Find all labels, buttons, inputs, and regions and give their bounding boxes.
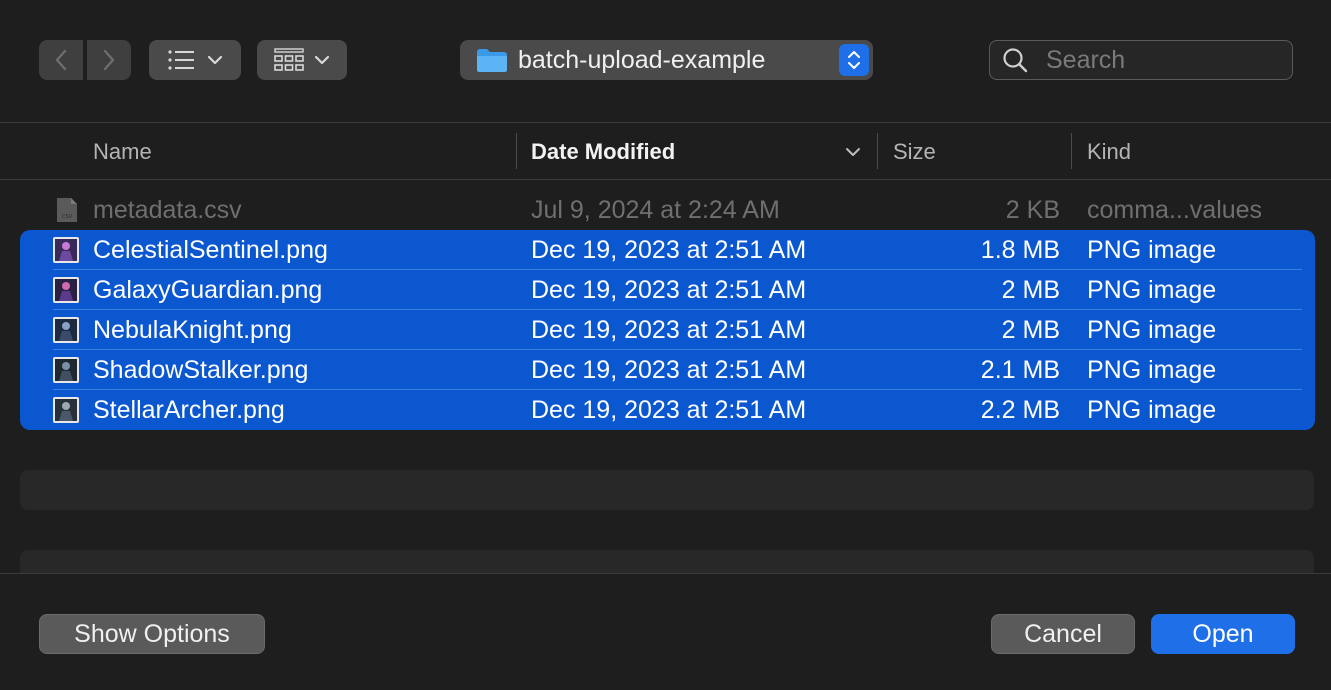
image-thumbnail-icon <box>53 357 79 383</box>
svg-text:CSV: CSV <box>62 214 73 220</box>
file-kind: comma...values <box>1087 196 1263 224</box>
column-size[interactable]: Size <box>893 124 936 179</box>
sort-chevron-icon <box>846 148 860 156</box>
file-kind: PNG image <box>1087 396 1217 424</box>
file-row[interactable]: StellarArcher.png Dec 19, 2023 at 2:51 A… <box>20 390 1314 430</box>
file-name: ShadowStalker.png <box>93 356 309 384</box>
file-size: 1.8 MB <box>980 236 1060 264</box>
folder-icon <box>477 49 507 72</box>
column-name[interactable]: Name <box>93 124 152 179</box>
file-kind: PNG image <box>1087 276 1217 304</box>
file-kind: PNG image <box>1087 356 1217 384</box>
show-options-button[interactable]: Show Options <box>39 614 265 654</box>
column-separator <box>1071 133 1072 169</box>
toolbar-divider <box>0 122 1331 123</box>
file-row[interactable]: GalaxyGuardian.png Dec 19, 2023 at 2:51 … <box>20 270 1314 310</box>
grid-view-icon <box>274 48 304 71</box>
column-separator <box>516 133 517 169</box>
header-divider <box>0 179 1331 180</box>
image-thumbnail-icon <box>53 397 79 423</box>
file-date: Dec 19, 2023 at 2:51 AM <box>531 316 807 344</box>
empty-row <box>20 550 1314 573</box>
file-row[interactable]: CelestialSentinel.png Dec 19, 2023 at 2:… <box>20 230 1314 270</box>
search-icon <box>1003 48 1028 73</box>
toolbar: batch-upload-example <box>0 0 1331 122</box>
file-date: Dec 19, 2023 at 2:51 AM <box>531 236 807 264</box>
up-down-chevron-icon <box>848 51 860 69</box>
column-kind[interactable]: Kind <box>1087 124 1131 179</box>
file-name: StellarArcher.png <box>93 396 285 424</box>
popup-stepper[interactable] <box>839 44 869 76</box>
chevron-down-icon <box>207 55 223 65</box>
file-name: metadata.csv <box>93 196 242 224</box>
group-mode-button[interactable] <box>257 40 347 80</box>
view-mode-button[interactable] <box>149 40 241 80</box>
back-button[interactable] <box>39 40 83 80</box>
chevron-left-icon <box>55 49 67 71</box>
file-row[interactable]: ShadowStalker.png Dec 19, 2023 at 2:51 A… <box>20 350 1314 390</box>
file-date: Dec 19, 2023 at 2:51 AM <box>531 356 807 384</box>
folder-path-popup[interactable]: batch-upload-example <box>460 40 873 80</box>
list-view-icon <box>168 50 194 70</box>
search-input[interactable] <box>1044 44 1288 76</box>
column-separator <box>877 133 878 169</box>
search-field[interactable] <box>989 40 1293 80</box>
footer-divider <box>0 573 1331 574</box>
file-size: 2 KB <box>1005 196 1060 224</box>
file-kind: PNG image <box>1087 316 1217 344</box>
open-button[interactable]: Open <box>1151 614 1295 654</box>
column-date-modified[interactable]: Date Modified <box>531 124 675 179</box>
chevron-down-icon <box>314 55 330 65</box>
file-date: Jul 9, 2024 at 2:24 AM <box>531 196 780 224</box>
file-date: Dec 19, 2023 at 2:51 AM <box>531 276 807 304</box>
file-row[interactable]: CSV metadata.csv Jul 9, 2024 at 2:24 AM … <box>20 190 1314 230</box>
image-thumbnail-icon <box>53 277 79 303</box>
file-date: Dec 19, 2023 at 2:51 AM <box>531 396 807 424</box>
file-size: 2.1 MB <box>980 356 1060 384</box>
empty-row <box>20 470 1314 510</box>
forward-button[interactable] <box>87 40 131 80</box>
file-name: GalaxyGuardian.png <box>93 276 323 304</box>
file-size: 2 MB <box>1001 276 1060 304</box>
image-thumbnail-icon <box>53 317 79 343</box>
chevron-right-icon <box>103 49 115 71</box>
csv-file-icon: CSV <box>57 198 77 222</box>
file-name: CelestialSentinel.png <box>93 236 328 264</box>
file-size: 2 MB <box>1001 316 1060 344</box>
column-header: Name Date Modified Size Kind <box>0 124 1331 179</box>
file-row[interactable]: NebulaKnight.png Dec 19, 2023 at 2:51 AM… <box>20 310 1314 350</box>
file-size: 2.2 MB <box>980 396 1060 424</box>
folder-name: batch-upload-example <box>518 45 766 74</box>
image-thumbnail-icon <box>53 237 79 263</box>
file-name: NebulaKnight.png <box>93 316 292 344</box>
cancel-button[interactable]: Cancel <box>991 614 1135 654</box>
file-kind: PNG image <box>1087 236 1217 264</box>
